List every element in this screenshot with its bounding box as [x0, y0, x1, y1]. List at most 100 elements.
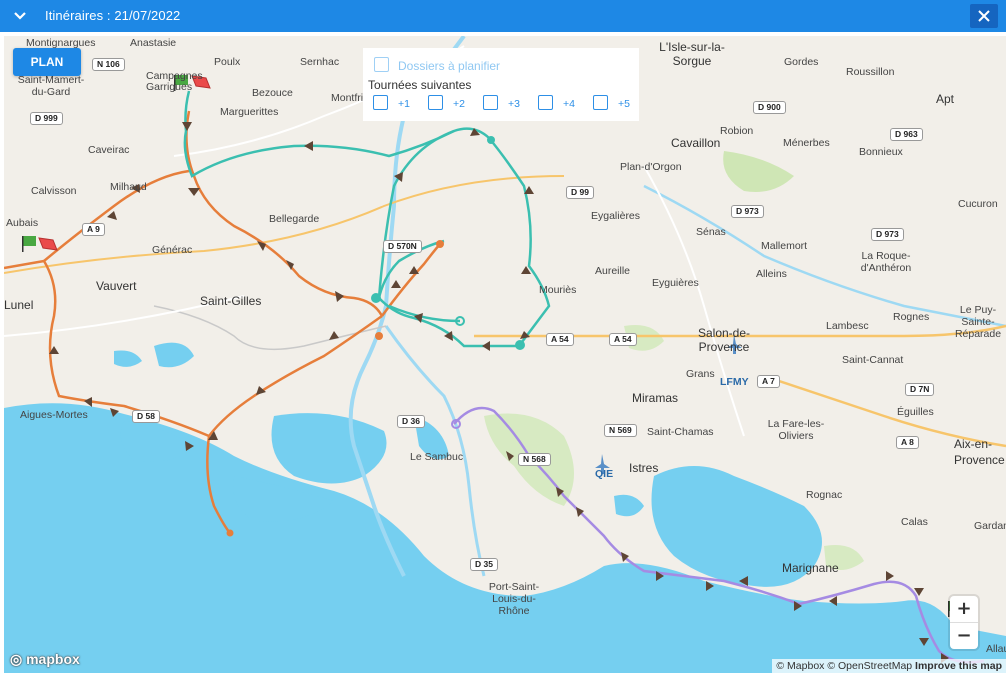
road-shield: A 8 [896, 436, 919, 449]
place-label: Lunel [4, 298, 34, 312]
place-label: Calvisson [31, 185, 77, 197]
place-label: Caveirac [88, 144, 130, 156]
road-shield: D 963 [890, 128, 923, 141]
place-label: Rognac [806, 489, 843, 501]
place-label: Saint-Mamert-du-Gard [17, 74, 85, 98]
dossiers-checkbox[interactable] [374, 57, 389, 72]
road-shield: D 35 [470, 558, 498, 571]
close-icon [978, 10, 990, 22]
dossiers-label: Dossiers à planifier [398, 59, 501, 73]
next-plus4-label: +4 [563, 98, 575, 110]
place-label: Marguerittes [220, 106, 279, 118]
road-shield: D 900 [753, 101, 786, 114]
place-label: Saint-Gilles [200, 294, 262, 308]
place-label: Eygalières [591, 210, 641, 222]
place-label: Gordes [784, 56, 819, 68]
map-canvas[interactable]: Montignargues Anastasie Sernhac Poulx Ca… [4, 36, 1006, 673]
road-shield: D 973 [871, 228, 904, 241]
place-label: Gardanne [974, 520, 1006, 532]
place-label: Roussillon [846, 66, 895, 78]
mapbox-logo[interactable]: ◎ mapbox [10, 651, 80, 668]
place-label: La Fare-les-Oliviers [767, 418, 825, 442]
end-flag-icon [38, 237, 58, 251]
place-label: Eyguières [652, 277, 699, 289]
place-label: Générac [152, 244, 193, 256]
next-plus3-label: +3 [508, 98, 520, 110]
next-plus5-label: +5 [618, 98, 630, 110]
place-label: Rognes [893, 311, 930, 323]
zoom-control: + − [950, 596, 978, 649]
road-shield: D 58 [132, 410, 160, 423]
place-label: Ménerbes [783, 137, 830, 149]
next-plus2-label: +2 [453, 98, 465, 110]
place-label: Aureille [595, 265, 631, 277]
place-label: Miramas [632, 391, 679, 405]
place-label: Allauch [986, 643, 1006, 655]
next-plus3-checkbox[interactable] [483, 95, 498, 110]
chevron-down-icon[interactable] [10, 7, 30, 25]
window-title: Itinéraires : 21/07/2022 [45, 8, 181, 23]
road-shield: N 106 [92, 58, 125, 71]
place-label: Saint-Cannat [842, 354, 904, 366]
place-label: Aix-en-Provence [954, 437, 1005, 467]
place-label: Éguilles [897, 406, 934, 418]
place-label: Grans [686, 368, 715, 380]
zoom-in-button[interactable]: + [950, 596, 978, 622]
map-attribution: © Mapbox © OpenStreetMap Improve this ma… [772, 659, 1006, 673]
place-label: Vauvert [96, 279, 137, 293]
place-label: Port-Saint-Louis-du-Rhône [488, 581, 540, 617]
place-label: Bonnieux [859, 146, 903, 158]
place-label: Bellegarde [269, 213, 320, 225]
place-label: Anastasie [130, 37, 177, 49]
place-label: Sernhac [300, 56, 340, 68]
place-label: Saint-Chamas [647, 426, 714, 438]
road-shield: A 54 [546, 333, 574, 346]
place-label: Campagnes Garrigues [146, 70, 203, 93]
attribution-mapbox-link[interactable]: © Mapbox [776, 660, 824, 672]
place-label: Salon-de-Provence [697, 326, 751, 354]
road-shield: A 54 [609, 333, 637, 346]
road-shield: D 570N [383, 240, 422, 253]
zoom-out-button[interactable]: − [950, 622, 978, 649]
next-plus4-checkbox[interactable] [538, 95, 553, 110]
place-label: Poulx [214, 56, 241, 68]
place-label: L'Isle-sur-la-Sorgue [659, 40, 725, 68]
place-label: Alleins [756, 268, 787, 280]
place-label: La Roque-d'Anthéron [860, 250, 912, 274]
place-label: Robion [720, 125, 754, 137]
mapbox-logo-icon: ◎ [10, 651, 23, 667]
place-label: Cavaillon [671, 136, 721, 150]
start-flag-icon [22, 236, 36, 252]
place-label: Calas [901, 516, 928, 528]
title-bar: Itinéraires : 21/07/2022 [0, 0, 1006, 32]
place-label: Apt [936, 92, 955, 106]
attribution-improve-link[interactable]: Improve this map [915, 660, 1002, 672]
road-shield: D 7N [905, 383, 935, 396]
tournees-label: Tournées suivantes [368, 78, 472, 92]
place-label: Aigues-Mortes [20, 409, 88, 421]
plan-button[interactable]: PLAN [13, 48, 81, 76]
road-shield: D 36 [397, 415, 425, 428]
place-label: Milhaud [110, 181, 147, 193]
place-label: Le Puy-Sainte-Réparade [954, 304, 1002, 340]
place-label: Aubais [6, 217, 39, 229]
next-plus5-checkbox[interactable] [593, 95, 608, 110]
place-label: Bezouce [252, 87, 293, 99]
next-plus2-checkbox[interactable] [428, 95, 443, 110]
place-label: Cucuron [958, 198, 998, 210]
place-label: Mouriès [539, 284, 577, 296]
place-label: Plan-d'Orgon [620, 161, 682, 173]
place-label: Istres [629, 461, 659, 475]
road-shield: N 569 [604, 424, 637, 437]
road-shield: D 973 [731, 205, 764, 218]
place-label: Le Sambuc [410, 451, 464, 463]
close-button[interactable] [970, 4, 998, 28]
place-label: Mallemort [761, 240, 808, 252]
attribution-osm-link[interactable]: © OpenStreetMap [827, 660, 912, 672]
road-shield: N 568 [518, 453, 551, 466]
road-shield: A 7 [757, 375, 780, 388]
airport-label: QIE [595, 468, 614, 480]
airport-label: LFMY [720, 376, 749, 388]
next-plus1-checkbox[interactable] [373, 95, 388, 110]
road-shield: D 999 [30, 112, 63, 125]
